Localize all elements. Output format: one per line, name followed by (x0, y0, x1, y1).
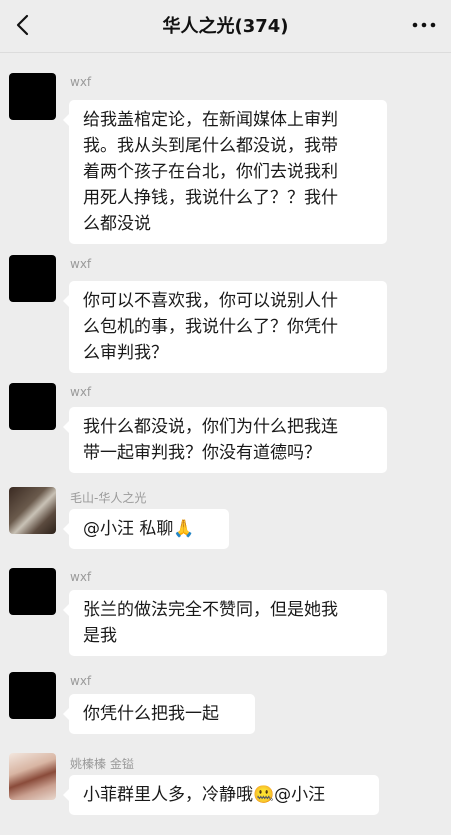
message-text: 我。我从头到尾什么都没说，我带 (83, 136, 338, 156)
avatar[interactable] (9, 73, 56, 120)
sender-name: wxf (70, 570, 92, 584)
sender-name: wxf (70, 75, 92, 89)
message-text: 么审判我？ (83, 343, 168, 363)
message-text: @小汪 私聊🙏 (83, 519, 195, 539)
message-bubble[interactable]: 给我盖棺定论，在新闻媒体上审判 我。我从头到尾什么都没说，我带 着两个孩子在台北… (63, 100, 387, 244)
message-text: 张兰的做法完全不赞同，但是她我 (83, 600, 338, 620)
message-text: 是我 (83, 626, 117, 646)
chat-title: 华人之光(374) (162, 16, 289, 37)
avatar[interactable] (9, 672, 56, 719)
sender-name: wxf (70, 257, 92, 271)
message-text: 带一起审判我？你没有道德吗？ (83, 443, 321, 463)
message-text: 用死人挣钱，我说什么了？？我什 (83, 188, 338, 208)
message-bubble[interactable]: 张兰的做法完全不赞同，但是她我 是我 (63, 590, 387, 656)
message-text: 么都没说 (83, 214, 151, 234)
message-bubble[interactable]: 我什么都没说，你们为什么把我连 带一起审判我？你没有道德吗？ (63, 407, 387, 473)
avatar[interactable] (9, 753, 56, 800)
sender-name: wxf (70, 674, 92, 688)
message-text: 着两个孩子在台北，你们去说我利 (83, 162, 338, 182)
sender-name: 姚榛榛 金镒 (70, 757, 134, 771)
message-bubble[interactable]: 你凭什么把我一起 (63, 694, 255, 734)
message-text: 你可以不喜欢我，你可以说别人什 (83, 291, 338, 311)
sender-name: 毛山-华人之光 (70, 491, 147, 505)
message-text: 我什么都没说，你们为什么把我连 (83, 417, 338, 437)
more-dots-icon[interactable] (409, 12, 439, 38)
message-bubble[interactable]: 小菲群里人多，冷静哦🤐@小汪 (63, 775, 379, 815)
avatar[interactable] (9, 255, 56, 302)
sender-name: wxf (70, 385, 92, 399)
message-text: 给我盖棺定论，在新闻媒体上审判 (83, 110, 338, 130)
avatar[interactable] (9, 568, 56, 615)
message-text: 小菲群里人多，冷静哦🤐@小汪 (83, 785, 326, 805)
message-text: 么包机的事，我说什么了？你凭什 (83, 317, 338, 337)
message-text: 你凭什么把我一起 (83, 704, 219, 724)
message-bubble[interactable]: @小汪 私聊🙏 (63, 509, 229, 549)
avatar[interactable] (9, 383, 56, 430)
message-bubble[interactable]: 你可以不喜欢我，你可以说别人什 么包机的事，我说什么了？你凭什 么审判我？ (63, 281, 387, 373)
avatar[interactable] (9, 487, 56, 534)
chat-header: 华人之光(374) (0, 0, 451, 53)
